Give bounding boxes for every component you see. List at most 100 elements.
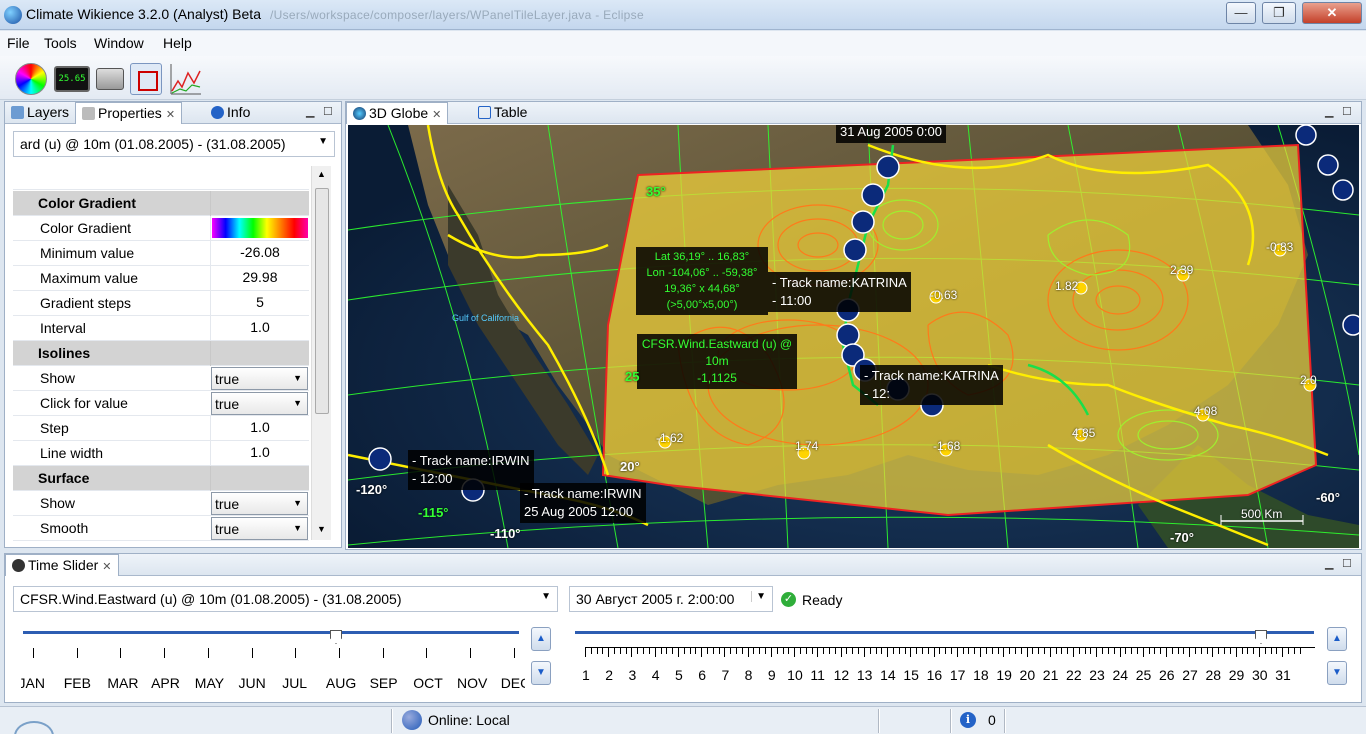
tab-info[interactable]: Info xyxy=(205,102,256,124)
day-label-1[interactable]: 1 xyxy=(582,667,590,683)
month-label-mar[interactable]: MAR xyxy=(107,675,138,691)
day-up-button[interactable]: ▲ xyxy=(1327,627,1347,651)
month-slider-track[interactable] xyxy=(23,631,519,634)
hurricane-icon[interactable] xyxy=(1295,125,1317,146)
click-for-value-select[interactable]: true ▼ xyxy=(211,392,308,415)
maximize-view-icon[interactable]: ☐ xyxy=(1342,557,1352,570)
isolines-show-select[interactable]: true ▼ xyxy=(211,367,308,390)
day-label-21[interactable]: 21 xyxy=(1043,667,1059,683)
data-region[interactable] xyxy=(601,143,1318,517)
month-label-aug[interactable]: AUG xyxy=(326,675,356,691)
day-label-19[interactable]: 19 xyxy=(996,667,1012,683)
close-tab-icon[interactable]: ✕ xyxy=(166,109,175,121)
month-label-oct[interactable]: OCT xyxy=(413,675,443,691)
day-label-31[interactable]: 31 xyxy=(1275,667,1291,683)
hurricane-icon[interactable] xyxy=(1332,179,1354,201)
day-label-3[interactable]: 3 xyxy=(628,667,636,683)
info-icon[interactable]: i xyxy=(960,712,976,728)
day-label-26[interactable]: 26 xyxy=(1159,667,1175,683)
month-label-jun[interactable]: JUN xyxy=(239,675,266,691)
hurricane-icon[interactable] xyxy=(861,183,885,207)
smooth-select[interactable]: true ▼ xyxy=(211,517,308,540)
camera-icon[interactable] xyxy=(96,68,124,90)
time-layer-select[interactable]: CFSR.Wind.Eastward (u) @ 10m (01.08.2005… xyxy=(13,586,558,612)
hurricane-icon[interactable] xyxy=(1342,314,1359,336)
row-value[interactable]: 1.0 xyxy=(210,316,309,341)
tab-table[interactable]: Table xyxy=(472,102,533,124)
minimize-view-icon[interactable]: ▁ xyxy=(306,105,314,118)
scroll-up-icon[interactable]: ▲ xyxy=(317,169,326,179)
month-label-dec[interactable]: DEC xyxy=(501,675,525,691)
hurricane-icon[interactable] xyxy=(876,155,900,179)
day-label-24[interactable]: 24 xyxy=(1113,667,1129,683)
gradient-swatch-cell[interactable] xyxy=(210,216,309,241)
day-label-18[interactable]: 18 xyxy=(973,667,989,683)
day-label-20[interactable]: 20 xyxy=(1020,667,1036,683)
month-label-sep[interactable]: SEP xyxy=(370,675,398,691)
day-label-16[interactable]: 16 xyxy=(927,667,943,683)
hurricane-icon[interactable] xyxy=(1317,154,1339,176)
menu-window[interactable]: Window xyxy=(94,35,144,51)
menu-file[interactable]: File xyxy=(7,35,30,51)
day-label-5[interactable]: 5 xyxy=(675,667,683,683)
select-region-icon[interactable] xyxy=(130,63,162,95)
minimize-button[interactable]: — xyxy=(1226,2,1256,24)
tab-properties[interactable]: Properties ✕ xyxy=(75,102,183,124)
globe-view[interactable]: 31 Aug 2005 0:00 Lat 36,19° .. 16,83° Lo… xyxy=(348,125,1359,548)
day-label-22[interactable]: 22 xyxy=(1066,667,1082,683)
scroll-down-icon[interactable]: ▼ xyxy=(317,524,326,534)
row-value[interactable]: 1.0 xyxy=(210,416,309,441)
day-label-29[interactable]: 29 xyxy=(1229,667,1245,683)
chart-icon[interactable] xyxy=(170,63,202,95)
day-label-10[interactable]: 10 xyxy=(787,667,803,683)
maximize-view-icon[interactable]: ☐ xyxy=(1342,105,1352,118)
tab-time-slider[interactable]: Time Slider ✕ xyxy=(5,554,119,576)
color-wheel-icon[interactable] xyxy=(15,63,47,95)
month-label-nov[interactable]: NOV xyxy=(457,675,487,691)
day-label-14[interactable]: 14 xyxy=(880,667,896,683)
tab-layers[interactable]: Layers xyxy=(5,102,75,124)
close-tab-icon[interactable]: ✕ xyxy=(102,561,111,573)
day-label-23[interactable]: 23 xyxy=(1089,667,1105,683)
row-value[interactable]: 1.0 xyxy=(210,441,309,466)
row-value[interactable]: 5 xyxy=(210,291,309,316)
hurricane-icon[interactable] xyxy=(836,323,860,347)
hurricane-icon[interactable] xyxy=(368,447,392,471)
day-label-30[interactable]: 30 xyxy=(1252,667,1268,683)
day-label-7[interactable]: 7 xyxy=(721,667,729,683)
month-label-jan[interactable]: JAN xyxy=(21,675,45,691)
row-value[interactable]: -26.08 xyxy=(210,241,309,266)
minimize-view-icon[interactable]: ▁ xyxy=(1325,557,1333,570)
day-label-4[interactable]: 4 xyxy=(652,667,660,683)
day-down-button[interactable]: ▼ xyxy=(1327,661,1347,685)
month-label-jul[interactable]: JUL xyxy=(282,675,307,691)
datetime-field[interactable]: 30 Август 2005 г. 2:00:00 ▼ xyxy=(569,586,773,612)
layer-select[interactable]: ard (u) @ 10m (01.08.2005) - (31.08.2005… xyxy=(13,131,335,157)
value-display-icon[interactable]: 25.65 xyxy=(54,66,90,92)
scrollbar-thumb[interactable] xyxy=(315,188,329,414)
close-tab-icon[interactable]: ✕ xyxy=(432,109,441,121)
menu-tools[interactable]: Tools xyxy=(44,35,77,51)
row-value[interactable]: 29.98 xyxy=(210,266,309,291)
maximize-view-icon[interactable]: ☐ xyxy=(323,105,333,118)
tab-3d-globe[interactable]: 3D Globe ✕ xyxy=(346,102,449,124)
day-label-13[interactable]: 13 xyxy=(857,667,873,683)
day-label-12[interactable]: 12 xyxy=(834,667,850,683)
menu-help[interactable]: Help xyxy=(163,35,192,51)
surface-show-select[interactable]: true ▼ xyxy=(211,492,308,515)
month-label-may[interactable]: MAY xyxy=(195,675,224,691)
day-label-25[interactable]: 25 xyxy=(1136,667,1152,683)
month-label-apr[interactable]: APR xyxy=(151,675,180,691)
maximize-button[interactable]: ❐ xyxy=(1262,2,1296,24)
day-label-27[interactable]: 27 xyxy=(1182,667,1198,683)
day-label-6[interactable]: 6 xyxy=(698,667,706,683)
day-label-28[interactable]: 28 xyxy=(1205,667,1221,683)
day-slider-track[interactable] xyxy=(575,631,1314,634)
month-up-button[interactable]: ▲ xyxy=(531,627,551,651)
day-label-15[interactable]: 15 xyxy=(903,667,919,683)
day-label-11[interactable]: 11 xyxy=(810,667,825,683)
hurricane-icon[interactable] xyxy=(843,238,867,262)
month-down-button[interactable]: ▼ xyxy=(531,661,551,685)
day-label-17[interactable]: 17 xyxy=(950,667,966,683)
property-scrollbar[interactable]: ▲ ▼ xyxy=(311,166,331,540)
